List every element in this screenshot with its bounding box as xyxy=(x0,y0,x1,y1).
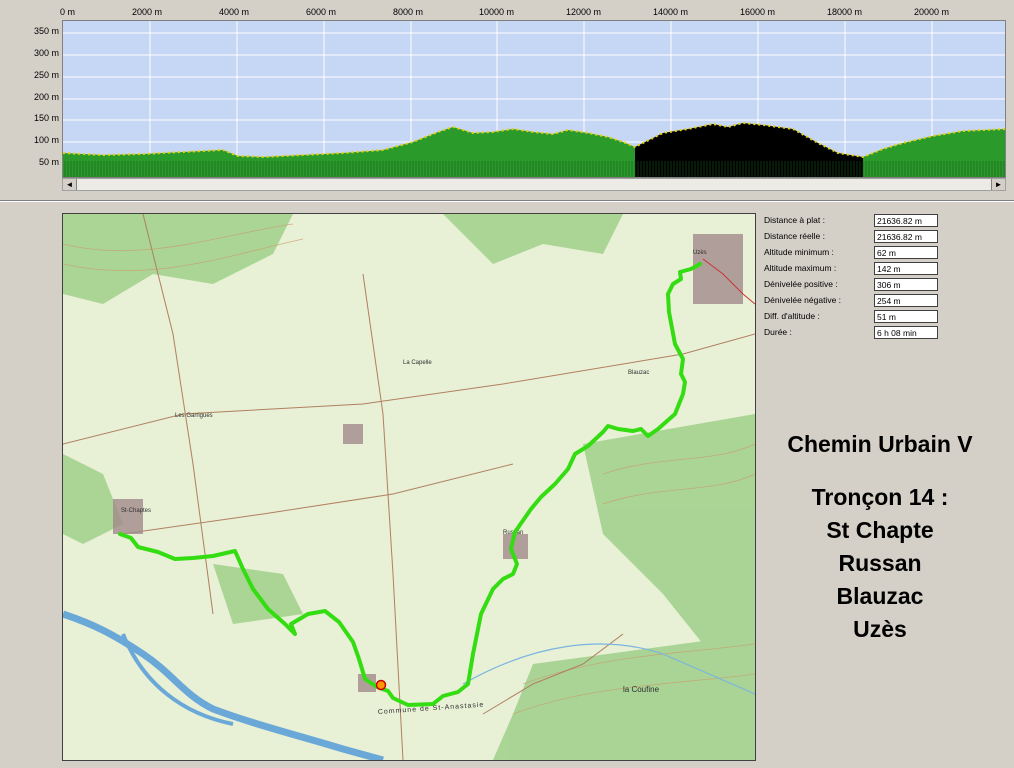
stat-label: Distance réelle : xyxy=(764,231,825,241)
stat-label: Diff. d'altitude : xyxy=(764,311,820,321)
elevation-profile-svg xyxy=(62,21,1006,177)
route-name: Chemin Urbain V xyxy=(787,431,973,457)
panel-divider xyxy=(0,200,1014,202)
title-spacer xyxy=(760,461,1000,481)
stat-value-field: 6 h 08 min xyxy=(874,326,938,339)
y-tick: 200 m xyxy=(33,92,59,102)
waypoint-name: Russan xyxy=(838,550,922,576)
stat-value-field: 142 m xyxy=(874,262,938,275)
stat-label: Altitude minimum : xyxy=(764,247,834,257)
stat-row: Altitude minimum : 62 m xyxy=(760,245,950,261)
stat-label: Altitude maximum : xyxy=(764,263,837,273)
stat-row: Altitude maximum : 142 m xyxy=(760,261,950,277)
stat-label: Dénivelée positive : xyxy=(764,279,838,289)
stat-row: Distance réelle : 21636.82 m xyxy=(760,229,950,245)
track-stats-panel: Distance à plat : 21636.82 m Distance rée… xyxy=(760,213,950,341)
scroll-left-button[interactable]: ◄ xyxy=(63,179,77,190)
stat-row: Durée : 6 h 08 min xyxy=(760,325,950,341)
stat-row: Diff. d'altitude : 51 m xyxy=(760,309,950,325)
scroll-right-button[interactable]: ► xyxy=(991,179,1005,190)
x-tick: 10000 m xyxy=(479,7,515,17)
topographic-map[interactable]: Les Garrigues St-Chaptes Russan Uzès Bla… xyxy=(62,213,756,761)
route-title-block: Chemin Urbain V Tronçon 14 : St Chapte R… xyxy=(760,428,1000,646)
x-tick: 14000 m xyxy=(653,7,689,17)
arrow-right-icon: ► xyxy=(994,180,1003,189)
y-tick: 50 m xyxy=(38,157,59,167)
section-heading: Tronçon 14 : xyxy=(811,484,949,510)
profile-x-axis: 0 m 2000 m 4000 m 6000 m 8000 m 10000 m … xyxy=(60,7,1006,19)
waypoint-name: St Chapte xyxy=(826,517,934,543)
stat-value-field: 21636.82 m xyxy=(874,230,938,243)
stat-value-field: 21636.82 m xyxy=(874,214,938,227)
stat-row: Dénivelée positive : 306 m xyxy=(760,277,950,293)
stat-label: Distance à plat : xyxy=(764,215,825,225)
stat-value-field: 306 m xyxy=(874,278,938,291)
y-tick: 250 m xyxy=(33,70,59,80)
svg-text:Blauzac: Blauzac xyxy=(628,370,649,376)
route-waypoint-marker xyxy=(375,679,387,691)
stat-value-field: 51 m xyxy=(874,310,938,323)
place-label-la-coufine: la Coufine xyxy=(623,685,660,694)
profile-y-axis: 350 m 300 m 250 m 200 m 150 m 100 m 50 m xyxy=(0,20,62,178)
stat-label: Dénivelée négative : xyxy=(764,295,842,305)
x-tick: 6000 m xyxy=(306,7,337,17)
x-tick: 8000 m xyxy=(393,7,424,17)
y-tick: 100 m xyxy=(33,135,59,145)
svg-text:St-Chaptes: St-Chaptes xyxy=(121,508,151,514)
svg-text:Les Garrigues: Les Garrigues xyxy=(175,413,213,419)
y-tick: 150 m xyxy=(33,113,59,123)
stat-row: Dénivelée négative : 254 m xyxy=(760,293,950,309)
profile-scrollbar[interactable]: ◄ ► xyxy=(62,178,1006,191)
y-tick: 300 m xyxy=(33,48,59,58)
elevation-profile[interactable] xyxy=(62,20,1006,178)
map-svg: Les Garrigues St-Chaptes Russan Uzès Bla… xyxy=(63,214,755,760)
stat-value-field: 254 m xyxy=(874,294,938,307)
x-tick: 2000 m xyxy=(132,7,163,17)
stat-row: Distance à plat : 21636.82 m xyxy=(760,213,950,229)
y-tick: 350 m xyxy=(33,26,59,36)
waypoint-name: Uzès xyxy=(853,616,907,642)
stat-value-field: 62 m xyxy=(874,246,938,259)
x-tick: 4000 m xyxy=(219,7,250,17)
svg-text:La Capelle: La Capelle xyxy=(403,360,432,366)
x-tick: 0 m xyxy=(60,7,76,17)
waypoint-name: Blauzac xyxy=(836,583,924,609)
arrow-left-icon: ◄ xyxy=(65,180,74,189)
x-tick: 18000 m xyxy=(827,7,863,17)
x-tick: 20000 m xyxy=(914,7,950,17)
svg-text:Uzès: Uzès xyxy=(693,250,707,256)
x-tick: 16000 m xyxy=(740,7,776,17)
stat-label: Durée : xyxy=(764,327,792,337)
x-tick: 12000 m xyxy=(566,7,602,17)
